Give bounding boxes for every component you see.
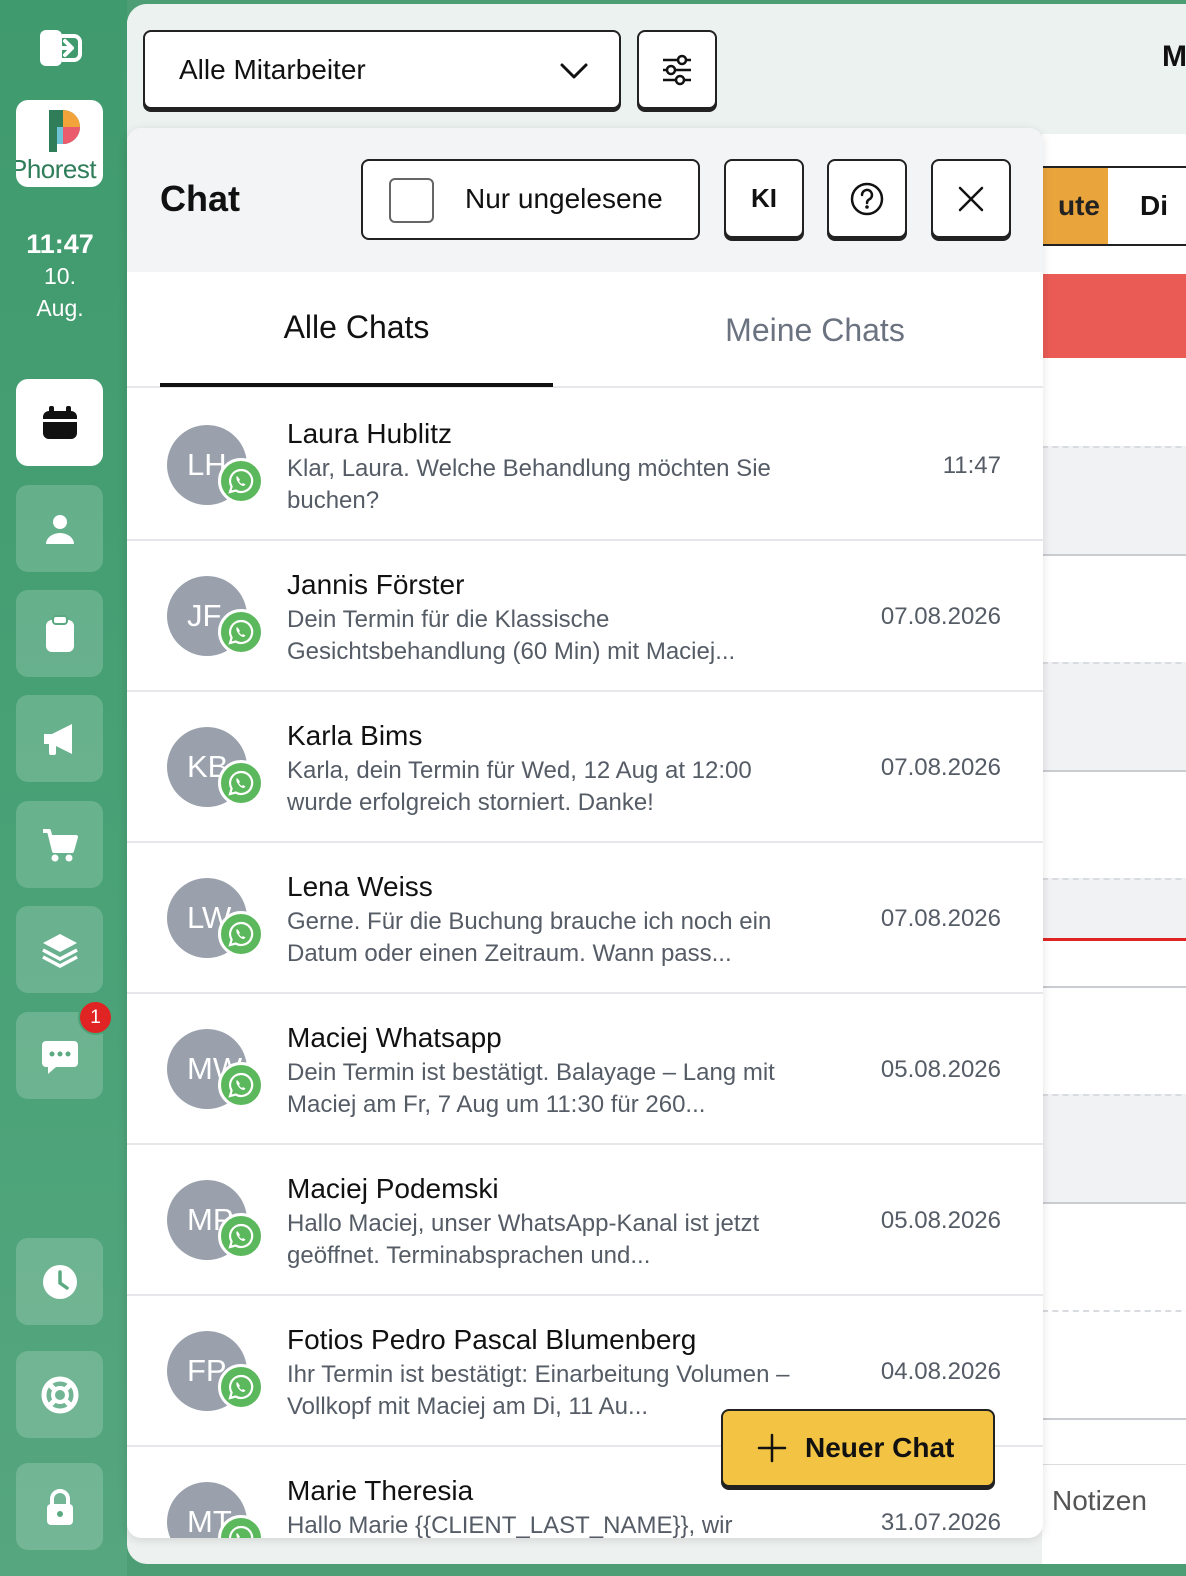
nav-clients[interactable] (16, 485, 103, 572)
chat-list-item[interactable]: JF Jannis Förster Dein Termin für die Klas… (127, 541, 1043, 692)
question-icon (850, 182, 884, 215)
calendar-icon (42, 405, 77, 439)
whatsapp-icon (218, 911, 264, 957)
whatsapp-icon (218, 1364, 264, 1410)
client-icon (45, 514, 74, 544)
lock-icon (46, 1488, 73, 1525)
chat-contact-name: Fotios Pedro Pascal Blumenberg (287, 1324, 697, 1355)
header-letter: M (1162, 40, 1186, 73)
sidebar: Phorest 11:47 10. Aug. 1 (0, 0, 127, 1576)
unread-label: Nur ungelesene (465, 183, 663, 214)
chat-icon (41, 1040, 78, 1074)
chat-contact-name: Lena Weiss (287, 871, 433, 902)
staff-select-value: Alle Mitarbeiter (179, 53, 366, 85)
chat-title: Chat (160, 178, 240, 219)
close-icon (958, 186, 984, 211)
whatsapp-icon (218, 1062, 264, 1108)
help-button[interactable] (827, 159, 907, 238)
ai-button[interactable]: KI (724, 159, 804, 238)
chat-message-preview: Dein Termin für die Klassische Gesichtsb… (287, 606, 736, 665)
chat-message-preview: Klar, Laura. Welche Behandlung möchten S… (287, 455, 771, 514)
chat-timestamp: 05.08.2026 (880, 1056, 1001, 1083)
clock: 11:47 10. Aug. (0, 228, 120, 324)
chat-timestamp: 05.08.2026 (880, 1207, 1001, 1234)
chat-message-preview: Dein Termin ist bestätigt. Balayage – La… (287, 1059, 775, 1118)
calendar-header-bar (1042, 274, 1186, 358)
chat-contact-name: Laura Hublitz (287, 418, 452, 449)
chat-timestamp: 11:47 (942, 452, 1001, 479)
chat-list-item[interactable]: LW Lena Weiss Gerne. Für die Buchung brauc… (127, 843, 1043, 994)
chat-tabs: Alle Chats Meine Chats (127, 272, 1043, 388)
calendar-grid (1042, 358, 1186, 1438)
nav-timeclock[interactable] (16, 1238, 103, 1325)
tab-all-chats[interactable]: Alle Chats (160, 272, 553, 387)
lifebuoy-icon (41, 1376, 78, 1413)
chat-contact-name: Jannis Förster (287, 569, 465, 600)
layers-icon (41, 933, 78, 968)
clock-month: Aug. (36, 295, 84, 321)
nav-services[interactable] (16, 906, 103, 993)
chat-list-item[interactable]: LH Laura Hublitz Klar, Laura. Welche Behan… (127, 390, 1043, 541)
chat-message-preview: Karla, dein Termin für Wed, 12 Aug at 12… (287, 757, 752, 816)
new-chat-button[interactable]: Neuer Chat (721, 1409, 995, 1487)
tab-my-chats[interactable]: Meine Chats (587, 272, 1043, 388)
chat-contact-name: Marie Theresia (287, 1475, 474, 1506)
chat-timestamp: 07.08.2026 (880, 754, 1001, 781)
chevron-down-icon (560, 63, 588, 79)
phorest-logo: Phorest (16, 100, 103, 187)
cart-icon (42, 828, 78, 861)
chat-contact-name: Karla Bims (287, 720, 423, 751)
nav-calendar[interactable] (16, 379, 103, 466)
chat-timestamp: 31.07.2026 (880, 1509, 1001, 1536)
chat-timestamp: 04.08.2026 (880, 1358, 1001, 1385)
chat-list-item[interactable]: KB Karla Bims Karla, dein Termin für Wed, … (127, 692, 1043, 843)
whatsapp-icon (218, 760, 264, 806)
nav-support[interactable] (16, 1351, 103, 1438)
chat-timestamp: 07.08.2026 (880, 603, 1001, 630)
chat-list-item[interactable]: MW Maciej Whatsapp Dein Termin ist bestäti… (127, 994, 1043, 1145)
chat-contact-name: Maciej Whatsapp (287, 1022, 502, 1053)
chat-header: Chat Nur ungelesene KI (127, 128, 1043, 272)
clock-time: 11:47 (26, 229, 94, 259)
chat-message-preview: Hallo Marie {{CLIENT_LAST_NAME}}, wir (287, 1512, 733, 1538)
nav-clipboard[interactable] (16, 590, 103, 677)
unread-checkbox[interactable] (389, 178, 434, 223)
clock-day: 10. (44, 263, 76, 289)
notes-tab[interactable]: Notizen (1042, 1464, 1186, 1536)
logout-icon[interactable] (36, 26, 84, 70)
unread-filter[interactable]: Nur ungelesene (361, 159, 700, 240)
chat-panel: Chat Nur ungelesene KI Alle Chats Meine … (127, 128, 1043, 1538)
chat-message-preview: Gerne. Für die Buchung brauche ich noch … (287, 908, 772, 967)
chat-unread-badge: 1 (78, 1000, 113, 1035)
chat-message-preview: Hallo Maciej, unser WhatsApp-Kanal ist j… (287, 1210, 760, 1269)
megaphone-icon (43, 723, 72, 755)
day-view-button[interactable]: Di (1108, 166, 1186, 246)
chat-list-item[interactable]: MP Maciej Podemski Hallo Maciej, unser Wha… (127, 1145, 1043, 1296)
chat-timestamp: 07.08.2026 (880, 905, 1001, 932)
nav-marketing[interactable] (16, 695, 103, 782)
close-button[interactable] (931, 159, 1011, 238)
logo-text: Phorest (16, 154, 97, 184)
whatsapp-icon (218, 458, 264, 504)
current-time-line (1042, 938, 1186, 941)
staff-select[interactable]: Alle Mitarbeiter (143, 30, 621, 109)
chat-contact-name: Maciej Podemski (287, 1173, 499, 1204)
whatsapp-icon (218, 1213, 264, 1259)
sliders-icon (663, 54, 691, 85)
nav-sales[interactable] (16, 801, 103, 888)
clipboard-icon (45, 614, 74, 652)
whatsapp-icon (218, 609, 264, 655)
avatar-initials: JF (187, 598, 222, 633)
new-chat-label: Neuer Chat (805, 1432, 955, 1463)
clock-icon (42, 1264, 77, 1299)
nav-chat[interactable]: 1 (16, 1000, 113, 1099)
plus-icon (757, 1433, 787, 1463)
nav-lock[interactable] (16, 1463, 103, 1550)
filter-button[interactable] (637, 30, 717, 109)
